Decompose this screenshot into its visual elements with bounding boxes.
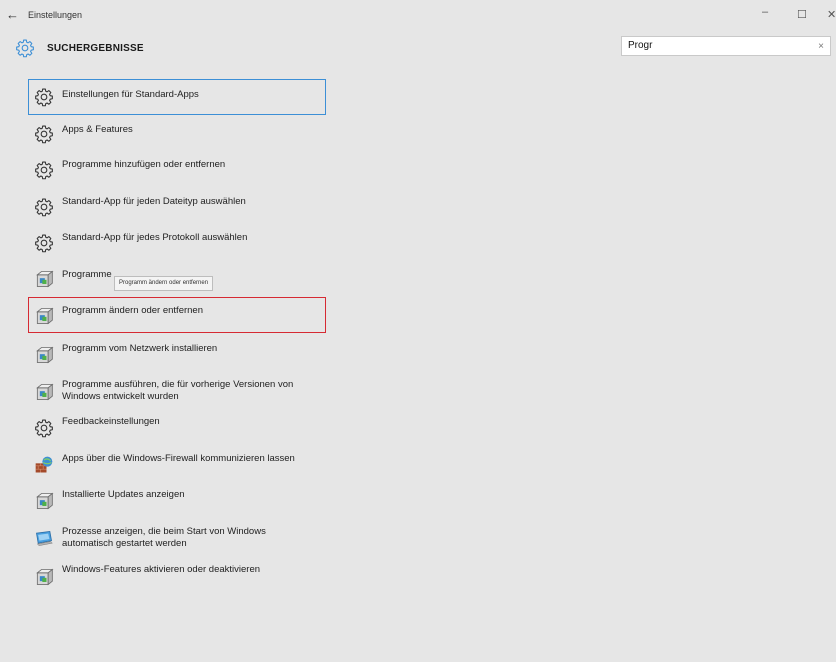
title-bar: ← Einstellungen – ☐ ✕	[0, 0, 836, 32]
monitor-icon	[34, 529, 54, 549]
firewall-icon	[34, 455, 54, 475]
result-item-startup-processes[interactable]: Prozesse anzeigen, die beim Start von Wi…	[28, 522, 326, 556]
gear-icon	[34, 197, 54, 217]
result-label: Programme ausführen, die für vorherige V…	[62, 379, 294, 390]
back-arrow-icon[interactable]: ←	[6, 7, 19, 22]
result-item-default-app-protocol[interactable]: Standard-App für jedes Protokoll auswähl…	[28, 228, 326, 258]
result-label: Standard-App für jedes Protokoll auswähl…	[62, 232, 248, 243]
close-button[interactable]: ✕	[827, 8, 836, 21]
result-label-line2: automatisch gestartet werden	[62, 538, 187, 549]
result-label: Installierte Updates anzeigen	[62, 489, 185, 500]
result-label: Windows-Features aktivieren oder deaktiv…	[62, 564, 261, 575]
clear-search-icon[interactable]: ×	[818, 41, 824, 52]
result-item-compat-programs[interactable]: Programme ausführen, die für vorherige V…	[28, 374, 326, 408]
gear-icon	[34, 418, 54, 438]
result-item-feedback-settings[interactable]: Feedbackeinstellungen	[28, 413, 326, 443]
page-title: SUCHERGEBNISSE	[47, 43, 144, 54]
result-item-apps-features[interactable]: Apps & Features	[28, 119, 326, 149]
result-label: Standard-App für jeden Dateityp auswähle…	[62, 196, 246, 207]
window-title: Einstellungen	[28, 10, 83, 20]
settings-gear-icon	[15, 38, 35, 58]
result-label: Programme	[62, 269, 112, 280]
result-item-windows-features[interactable]: Windows-Features aktivieren oder deaktiv…	[28, 559, 326, 589]
programs-icon	[34, 306, 54, 326]
search-input[interactable]	[628, 40, 808, 51]
gear-icon	[34, 124, 54, 144]
programs-icon	[34, 382, 54, 402]
result-item-add-remove-programs[interactable]: Programme hinzufügen oder entfernen	[28, 155, 326, 185]
result-item-standard-apps[interactable]: Einstellungen für Standard-Apps	[28, 79, 326, 115]
result-item-change-remove-program[interactable]: Programm ändern oder entfernen	[28, 297, 326, 333]
programs-icon	[34, 269, 54, 289]
result-label: Prozesse anzeigen, die beim Start von Wi…	[62, 526, 266, 537]
gear-icon	[34, 87, 54, 107]
result-label: Feedbackeinstellungen	[62, 416, 160, 427]
gear-icon	[34, 233, 54, 253]
search-box[interactable]: ×	[621, 36, 831, 56]
result-label: Programme hinzufügen oder entfernen	[62, 159, 226, 170]
result-label: Apps & Features	[62, 124, 133, 135]
programs-icon	[34, 491, 54, 511]
result-item-firewall-apps[interactable]: Apps über die Windows-Firewall kommunizi…	[28, 449, 326, 479]
result-item-installed-updates[interactable]: Installierte Updates anzeigen	[28, 485, 326, 515]
result-label-line2: Windows entwickelt wurden	[62, 391, 179, 402]
minimize-button[interactable]: –	[762, 6, 768, 18]
result-label: Programm ändern oder entfernen	[62, 305, 203, 316]
programs-icon	[34, 567, 54, 587]
maximize-button[interactable]: ☐	[797, 8, 807, 21]
programs-icon	[34, 345, 54, 365]
result-label: Einstellungen für Standard-Apps	[62, 89, 199, 100]
result-label: Programm vom Netzwerk installieren	[62, 343, 218, 354]
gear-icon	[34, 160, 54, 180]
result-item-install-from-network[interactable]: Programm vom Netzwerk installieren	[28, 339, 326, 369]
result-label: Apps über die Windows-Firewall kommunizi…	[62, 453, 295, 464]
result-item-default-app-filetype[interactable]: Standard-App für jeden Dateityp auswähle…	[28, 192, 326, 222]
tooltip: Programm ändern oder entfernen	[114, 276, 214, 291]
